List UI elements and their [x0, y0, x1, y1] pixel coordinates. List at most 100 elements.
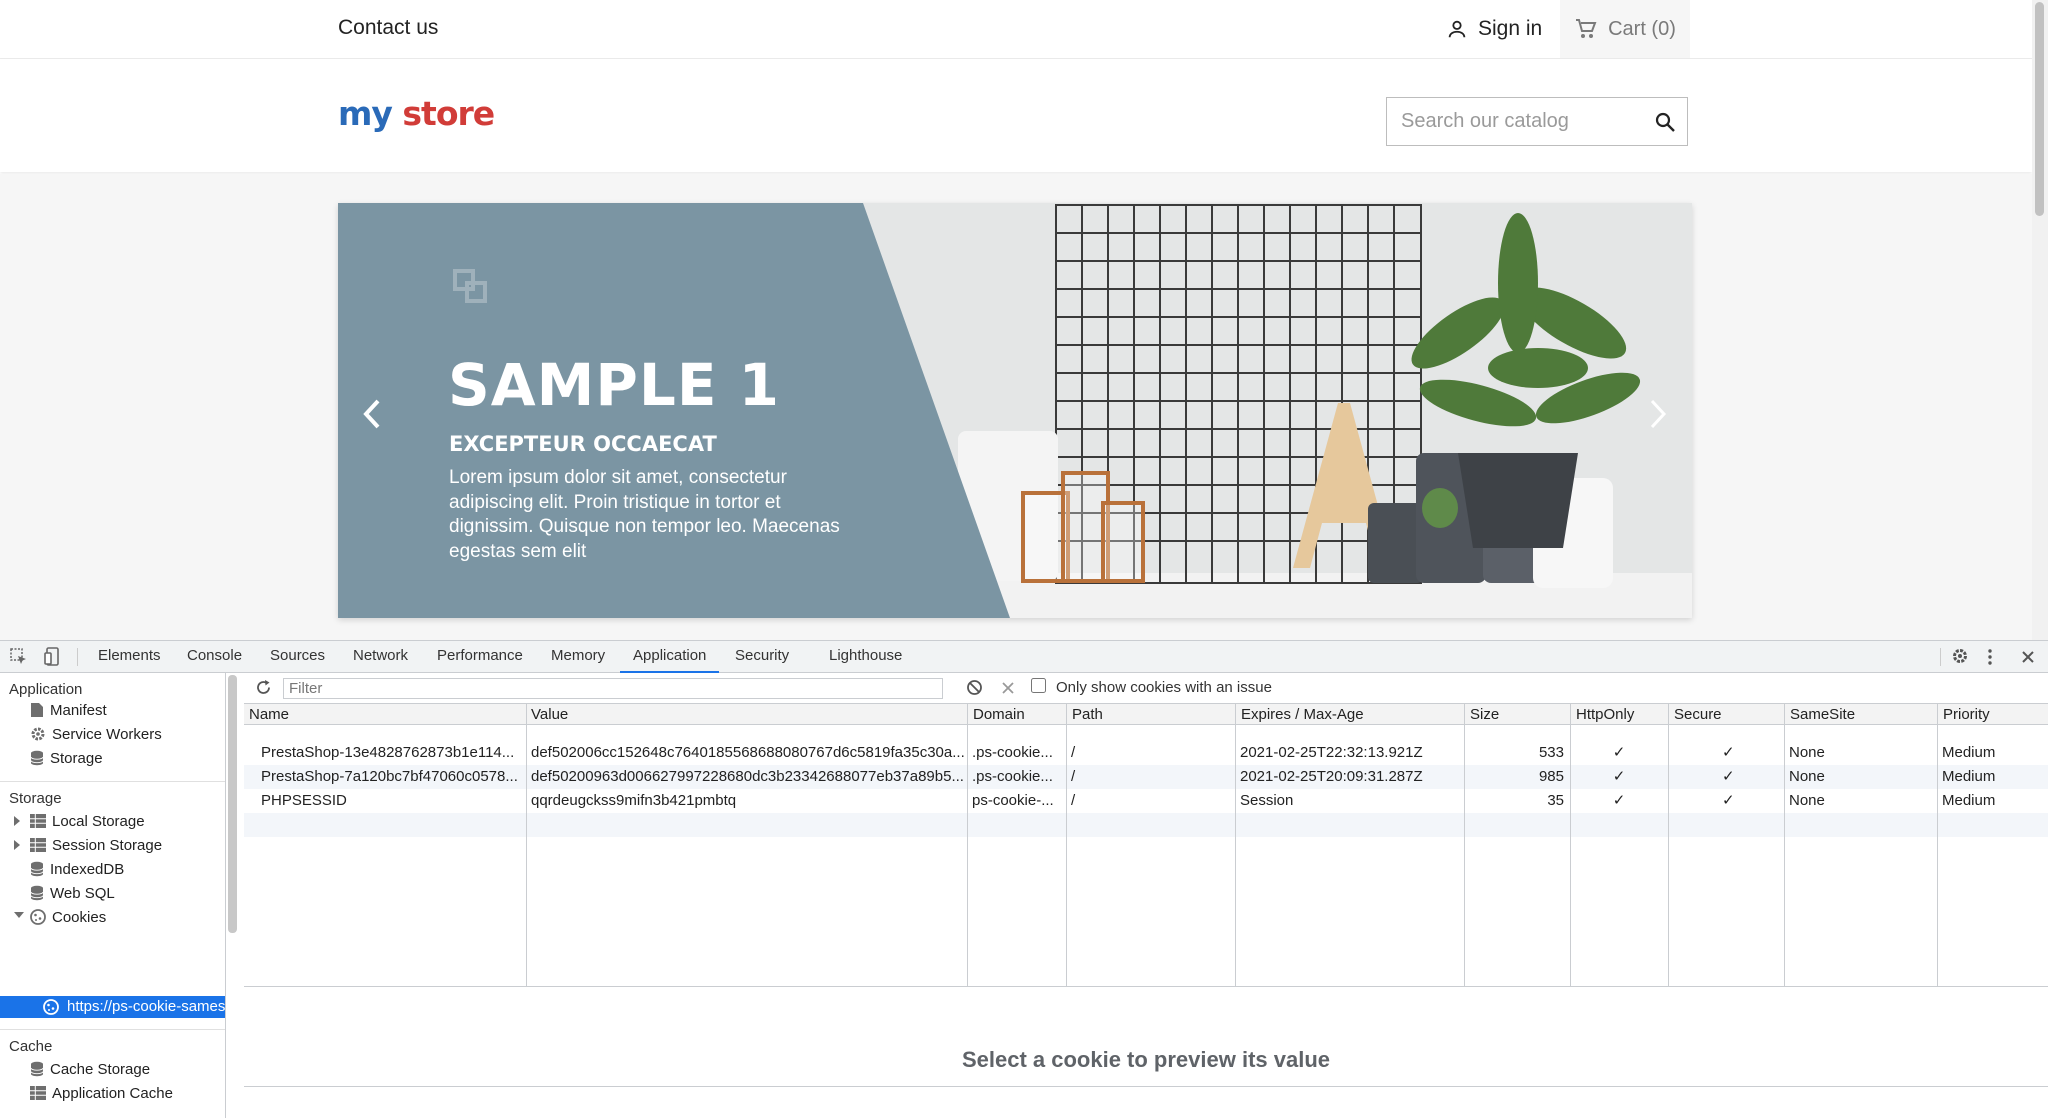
- column-header-samesite[interactable]: SameSite: [1785, 704, 1938, 725]
- devtools-tabbar: Elements Console Sources Network Perform…: [0, 641, 2048, 673]
- tab-security[interactable]: Security: [735, 641, 789, 671]
- sidebar-item-service-workers[interactable]: Service Workers: [30, 723, 162, 745]
- sidebar-vertical-scrollbar[interactable]: [228, 675, 237, 933]
- cell-samesite: None: [1789, 744, 1825, 761]
- sidebar-item-storage[interactable]: Storage: [30, 747, 103, 769]
- tab-network[interactable]: Network: [353, 641, 408, 671]
- cell-size: 533: [1538, 744, 1564, 761]
- tab-console[interactable]: Console: [187, 641, 242, 671]
- sidebar-item-web-sql[interactable]: Web SQL: [30, 882, 115, 904]
- sidebar-item-application-cache[interactable]: Application Cache: [30, 1082, 173, 1104]
- cell-priority: Medium: [1942, 768, 1996, 785]
- device-toolbar-icon[interactable]: [44, 647, 60, 667]
- cookie-filter-input[interactable]: [283, 678, 943, 699]
- cookie-icon: [43, 999, 59, 1015]
- sidebar-item-cache-storage[interactable]: Cache Storage: [30, 1058, 150, 1080]
- sidebar-item-label: Storage: [50, 749, 103, 767]
- sidebar-heading-storage: Storage: [9, 790, 62, 807]
- cell-path: /: [1071, 768, 1076, 785]
- sidebar-item-cookies[interactable]: Cookies: [30, 906, 106, 928]
- slide-subtitle: EXCEPTEUR OCCAECAT: [449, 432, 717, 456]
- sidebar-heading-cache: Cache: [9, 1038, 53, 1055]
- tab-memory[interactable]: Memory: [551, 641, 605, 671]
- sidebar-item-indexeddb[interactable]: IndexedDB: [30, 858, 124, 880]
- preview-message: Select a cookie to preview its value: [961, 1047, 1331, 1072]
- page-scrollbar-thumb[interactable]: [2035, 2, 2044, 216]
- search-icon[interactable]: [1653, 110, 1677, 134]
- column-header-path[interactable]: Path: [1067, 704, 1236, 725]
- column-header-expires[interactable]: Expires / Max-Age: [1236, 704, 1465, 725]
- cart-icon: [1576, 19, 1597, 38]
- tab-sources[interactable]: Sources: [270, 641, 325, 671]
- expand-arrow-icon[interactable]: [14, 816, 20, 826]
- sidebar-item-cookie-origin[interactable]: https://ps-cookie-sames: [0, 996, 225, 1018]
- tab-application[interactable]: Application: [620, 641, 720, 673]
- cookie-preview-pane: Select a cookie to preview its value: [244, 987, 2048, 1118]
- delete-selected-icon[interactable]: [1002, 682, 1014, 694]
- devtools-panel: Elements Console Sources Network Perform…: [0, 640, 2048, 1118]
- store-header: [0, 59, 2032, 172]
- column-header-priority[interactable]: Priority: [1938, 704, 2048, 725]
- sidebar-divider: [0, 781, 225, 782]
- carousel-slide[interactable]: SAMPLE 1 EXCEPTEUR OCCAECAT Lorem ipsum …: [338, 203, 1692, 618]
- clear-all-icon[interactable]: [966, 679, 983, 696]
- cell-samesite: None: [1789, 792, 1825, 809]
- cart-button[interactable]: Cart (0): [1560, 0, 1690, 58]
- tab-performance[interactable]: Performance: [437, 641, 523, 671]
- gear-icon[interactable]: [1951, 647, 1969, 665]
- sidebar-item-session-storage[interactable]: Session Storage: [30, 834, 162, 856]
- expand-arrow-icon[interactable]: [14, 840, 20, 850]
- cart-label: Cart (0): [1608, 17, 1676, 40]
- search-input[interactable]: [1399, 98, 1643, 145]
- cell-secure: ✓: [1722, 744, 1735, 761]
- sidebar-item-label: Cache Storage: [50, 1060, 151, 1078]
- collapse-arrow-icon[interactable]: [14, 912, 24, 918]
- cell-name: PrestaShop-13e4828762873b1e114...: [261, 744, 515, 761]
- column-header-value[interactable]: Value: [526, 704, 968, 725]
- cell-priority: Medium: [1942, 792, 1996, 809]
- tab-lighthouse[interactable]: Lighthouse: [829, 641, 902, 671]
- search-box: [1386, 97, 1688, 146]
- more-options-icon[interactable]: [1987, 648, 1993, 666]
- grid-icon: [30, 1086, 46, 1100]
- sidebar-item-local-storage[interactable]: Local Storage: [30, 810, 145, 832]
- cell-httponly: ✓: [1612, 768, 1626, 785]
- cell-size: 985: [1538, 768, 1564, 785]
- inspect-element-icon[interactable]: [10, 648, 28, 666]
- column-header-domain[interactable]: Domain: [968, 704, 1067, 725]
- cell-path: /: [1071, 792, 1076, 809]
- gear-icon: [31, 727, 45, 741]
- cell-size: 35: [1547, 792, 1564, 809]
- contact-us-link[interactable]: Contact us: [338, 16, 438, 40]
- column-header-size[interactable]: Size: [1465, 704, 1571, 725]
- cell-expires: 2021-02-25T20:09:31.287Z: [1240, 768, 1423, 785]
- file-icon: [31, 703, 43, 717]
- cell-httponly: ✓: [1612, 792, 1626, 809]
- refresh-icon[interactable]: [255, 679, 272, 696]
- chevron-left-icon[interactable]: [360, 389, 384, 439]
- column-header-name[interactable]: Name: [244, 704, 526, 725]
- sidebar-divider: [0, 1029, 225, 1030]
- divider: [244, 1086, 2048, 1087]
- sidebar-item-label: Session Storage: [52, 836, 163, 854]
- application-sidebar: Application Manifest Service Workers Sto…: [0, 673, 226, 1118]
- cell-secure: ✓: [1722, 768, 1735, 785]
- table-row-empty: [244, 813, 2048, 837]
- chevron-right-icon[interactable]: [1646, 389, 1670, 439]
- column-header-httponly[interactable]: HttpOnly: [1571, 704, 1669, 725]
- cell-value: qqrdeugckss9mifn3b421pmbtq: [531, 792, 737, 809]
- database-icon: [30, 885, 44, 901]
- sidebar-item-label: IndexedDB: [50, 860, 125, 878]
- cell-value: def50200963d006627997228680dc3b233426880…: [531, 768, 964, 785]
- only-issues-checkbox[interactable]: [1031, 678, 1046, 693]
- sidebar-item-label: Web SQL: [50, 884, 115, 902]
- cell-path: /: [1071, 744, 1076, 761]
- column-header-secure[interactable]: Secure: [1669, 704, 1785, 725]
- cell-value: def502006cc152648c7640185568688080767d6c…: [531, 744, 965, 761]
- sign-in-link[interactable]: Sign in: [1446, 0, 1542, 58]
- tab-elements[interactable]: Elements: [98, 641, 161, 671]
- cookie-origin-label: https://ps-cookie-sames: [67, 998, 226, 1015]
- close-icon[interactable]: [2021, 650, 2035, 664]
- sidebar-item-manifest[interactable]: Manifest: [30, 699, 107, 721]
- store-logo[interactable]: my store: [338, 94, 495, 133]
